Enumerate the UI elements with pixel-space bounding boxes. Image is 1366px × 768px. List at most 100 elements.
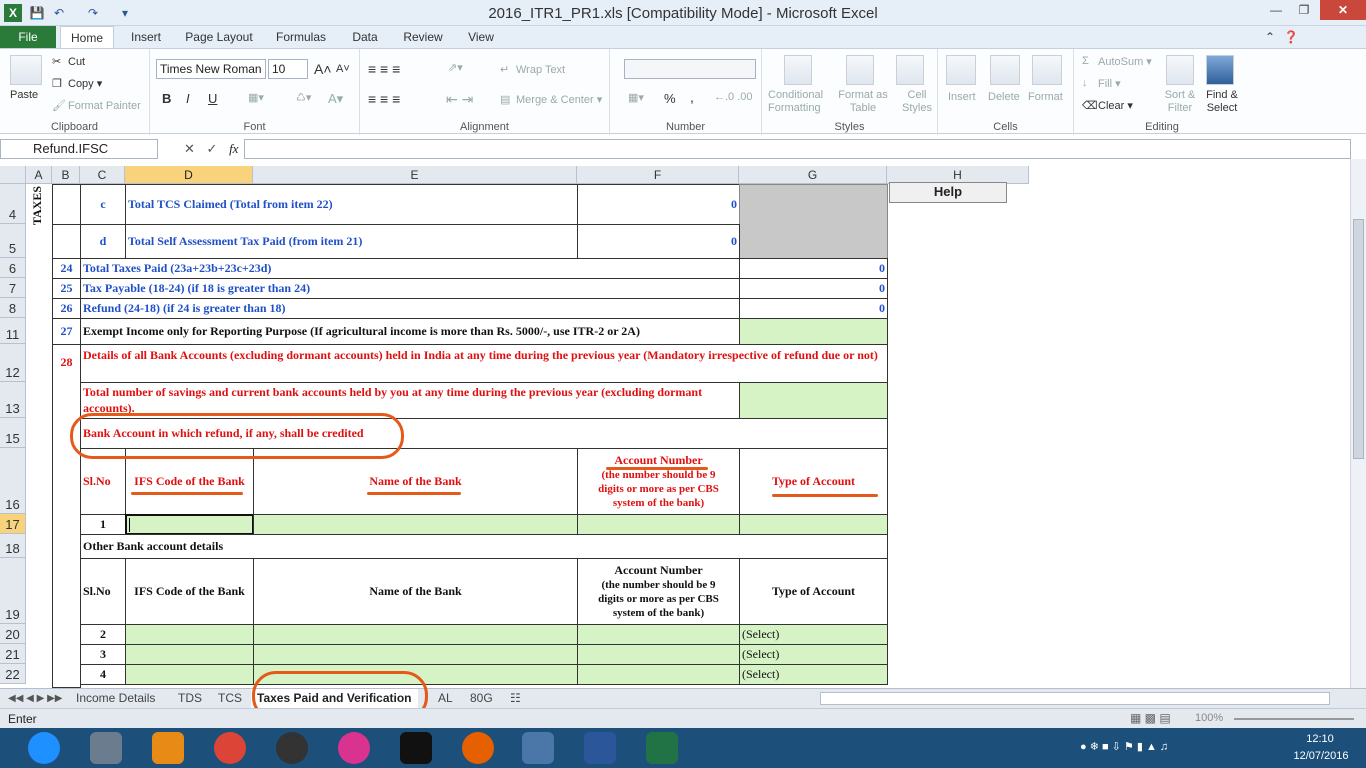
cell-g13[interactable]: [739, 382, 888, 419]
tab-review[interactable]: Review: [396, 26, 450, 48]
row-header[interactable]: 11: [0, 318, 26, 344]
decimal-icon[interactable]: ←.0 .00: [714, 91, 753, 103]
cell-b8[interactable]: 26: [52, 298, 81, 319]
minimize-button[interactable]: —: [1262, 0, 1290, 20]
tab-home[interactable]: Home: [60, 26, 114, 49]
cell-b6[interactable]: 24: [52, 258, 81, 279]
format-table-icon[interactable]: [846, 55, 874, 85]
insert-button[interactable]: Insert: [948, 91, 976, 103]
column-header-c[interactable]: C: [80, 166, 125, 184]
font-name-select[interactable]: Times New Roman: [156, 59, 266, 79]
cell-g20[interactable]: (Select): [739, 624, 888, 645]
cut-button[interactable]: ✂ Cut: [52, 55, 85, 69]
cell-c17[interactable]: 1: [80, 514, 126, 535]
cell-f5[interactable]: 0: [577, 224, 740, 259]
column-header-f[interactable]: F: [577, 166, 739, 184]
cell-b4[interactable]: [52, 184, 81, 225]
cell-c6[interactable]: Total Taxes Paid (23a+23b+23c+23d): [80, 258, 740, 279]
row-header[interactable]: 4: [0, 184, 26, 224]
cell-c22[interactable]: 4: [80, 664, 126, 685]
fill-color-icon[interactable]: ♺▾: [296, 91, 311, 104]
cell-styles-button[interactable]: Cell Styles: [902, 89, 932, 115]
format-table-button[interactable]: Format as Table: [838, 89, 888, 115]
row-header[interactable]: 6: [0, 258, 26, 278]
cell-g11[interactable]: [739, 318, 888, 345]
cell-b11[interactable]: 27: [52, 318, 81, 345]
cell-c5[interactable]: d: [80, 224, 126, 259]
wrap-text-button[interactable]: ↵ Wrap Text: [500, 63, 565, 77]
tab-file[interactable]: File: [0, 26, 56, 48]
sheet-tab-tds[interactable]: TDS: [172, 689, 208, 708]
cell-e20[interactable]: [253, 624, 578, 645]
grow-font-button[interactable]: A˄: [314, 61, 332, 77]
cell-b5[interactable]: [52, 224, 81, 259]
cell-f21[interactable]: [577, 644, 740, 665]
help-icon[interactable]: ❓: [1282, 26, 1300, 48]
excel-icon[interactable]: [646, 732, 678, 764]
cell-f22[interactable]: [577, 664, 740, 685]
sheet-tab-tcs[interactable]: TCS: [212, 689, 248, 708]
row-header[interactable]: 8: [0, 298, 26, 318]
comma-button[interactable]: ,: [690, 89, 694, 105]
row-header[interactable]: 20: [0, 624, 26, 644]
horizontal-scrollbar[interactable]: [820, 692, 1330, 705]
formula-input[interactable]: [244, 139, 1351, 159]
column-header-a[interactable]: A: [26, 166, 52, 184]
tab-view[interactable]: View: [458, 26, 504, 48]
chrome-icon[interactable]: [214, 732, 246, 764]
format-cells-icon[interactable]: [1032, 55, 1062, 85]
row-header[interactable]: 19: [0, 558, 26, 624]
insert-function-icon[interactable]: fx: [229, 141, 238, 156]
column-header-b[interactable]: B: [52, 166, 80, 184]
cell-g4[interactable]: [739, 184, 888, 259]
tab-formulas[interactable]: Formulas: [268, 26, 334, 48]
outlook-icon[interactable]: [152, 732, 184, 764]
fill-button[interactable]: ↓ Fill ▾: [1082, 77, 1121, 91]
delete-button[interactable]: Delete: [988, 91, 1020, 103]
tab-data[interactable]: Data: [342, 26, 388, 48]
chrome-window-icon[interactable]: [522, 732, 554, 764]
column-header-e[interactable]: E: [253, 166, 577, 184]
paste-icon[interactable]: [10, 55, 42, 85]
italic-button[interactable]: I: [186, 91, 190, 106]
cell-c18[interactable]: Other Bank account details: [80, 534, 888, 559]
borders-icon[interactable]: ▦▾: [248, 91, 264, 104]
disc-icon[interactable]: [276, 732, 308, 764]
delete-cells-icon[interactable]: [990, 55, 1020, 85]
cell-g8[interactable]: 0: [739, 298, 888, 319]
cell-g19[interactable]: Type of Account: [739, 558, 888, 625]
insert-cells-icon[interactable]: [946, 55, 976, 85]
cell-f17[interactable]: [577, 514, 740, 535]
new-sheet-icon[interactable]: ☷: [504, 689, 527, 708]
row-header[interactable]: 7: [0, 278, 26, 298]
cell-c12[interactable]: Details of all Bank Accounts (excluding …: [80, 344, 888, 383]
row-header[interactable]: 5: [0, 224, 26, 258]
shrink-font-button[interactable]: A˅: [336, 63, 350, 75]
cell-c19[interactable]: Sl.No: [80, 558, 126, 625]
cell-f19[interactable]: Account Number (the number should be 9 d…: [577, 558, 740, 625]
currency-icon[interactable]: ▦▾: [628, 91, 644, 104]
merge-center-button[interactable]: ▤ Merge & Center ▾: [500, 93, 602, 107]
font-size-select[interactable]: 10: [268, 59, 308, 79]
clear-button[interactable]: ⌫Clear ▾: [1082, 99, 1133, 113]
vertical-scrollbar[interactable]: [1350, 159, 1366, 688]
cell-b7[interactable]: 25: [52, 278, 81, 299]
sheet-tab-80g[interactable]: 80G: [464, 689, 499, 708]
format-button[interactable]: Format: [1028, 91, 1063, 103]
cell-d21[interactable]: [125, 644, 254, 665]
number-format-select[interactable]: [624, 59, 756, 79]
sheet-tab-income-details[interactable]: Income Details: [70, 689, 161, 708]
clock-time[interactable]: 12:10: [1300, 733, 1340, 745]
sort-filter-icon[interactable]: [1166, 55, 1194, 85]
cancel-icon[interactable]: ✕: [184, 141, 195, 156]
cell-styles-icon[interactable]: [896, 55, 924, 85]
copy-button[interactable]: ❐ Copy ▾: [52, 77, 102, 91]
format-painter-button[interactable]: 🖌 Format Painter: [52, 99, 141, 113]
cell-d19[interactable]: IFS Code of the Bank: [125, 558, 254, 625]
percent-button[interactable]: %: [664, 91, 676, 106]
align-top-icon[interactable]: ≡ ≡ ≡: [368, 61, 400, 77]
cell-f16[interactable]: Account Number (the number should be 9 d…: [577, 448, 740, 515]
binoculars-icon[interactable]: [1206, 55, 1234, 85]
cell-f4[interactable]: 0: [577, 184, 740, 225]
bold-button[interactable]: B: [162, 91, 171, 106]
